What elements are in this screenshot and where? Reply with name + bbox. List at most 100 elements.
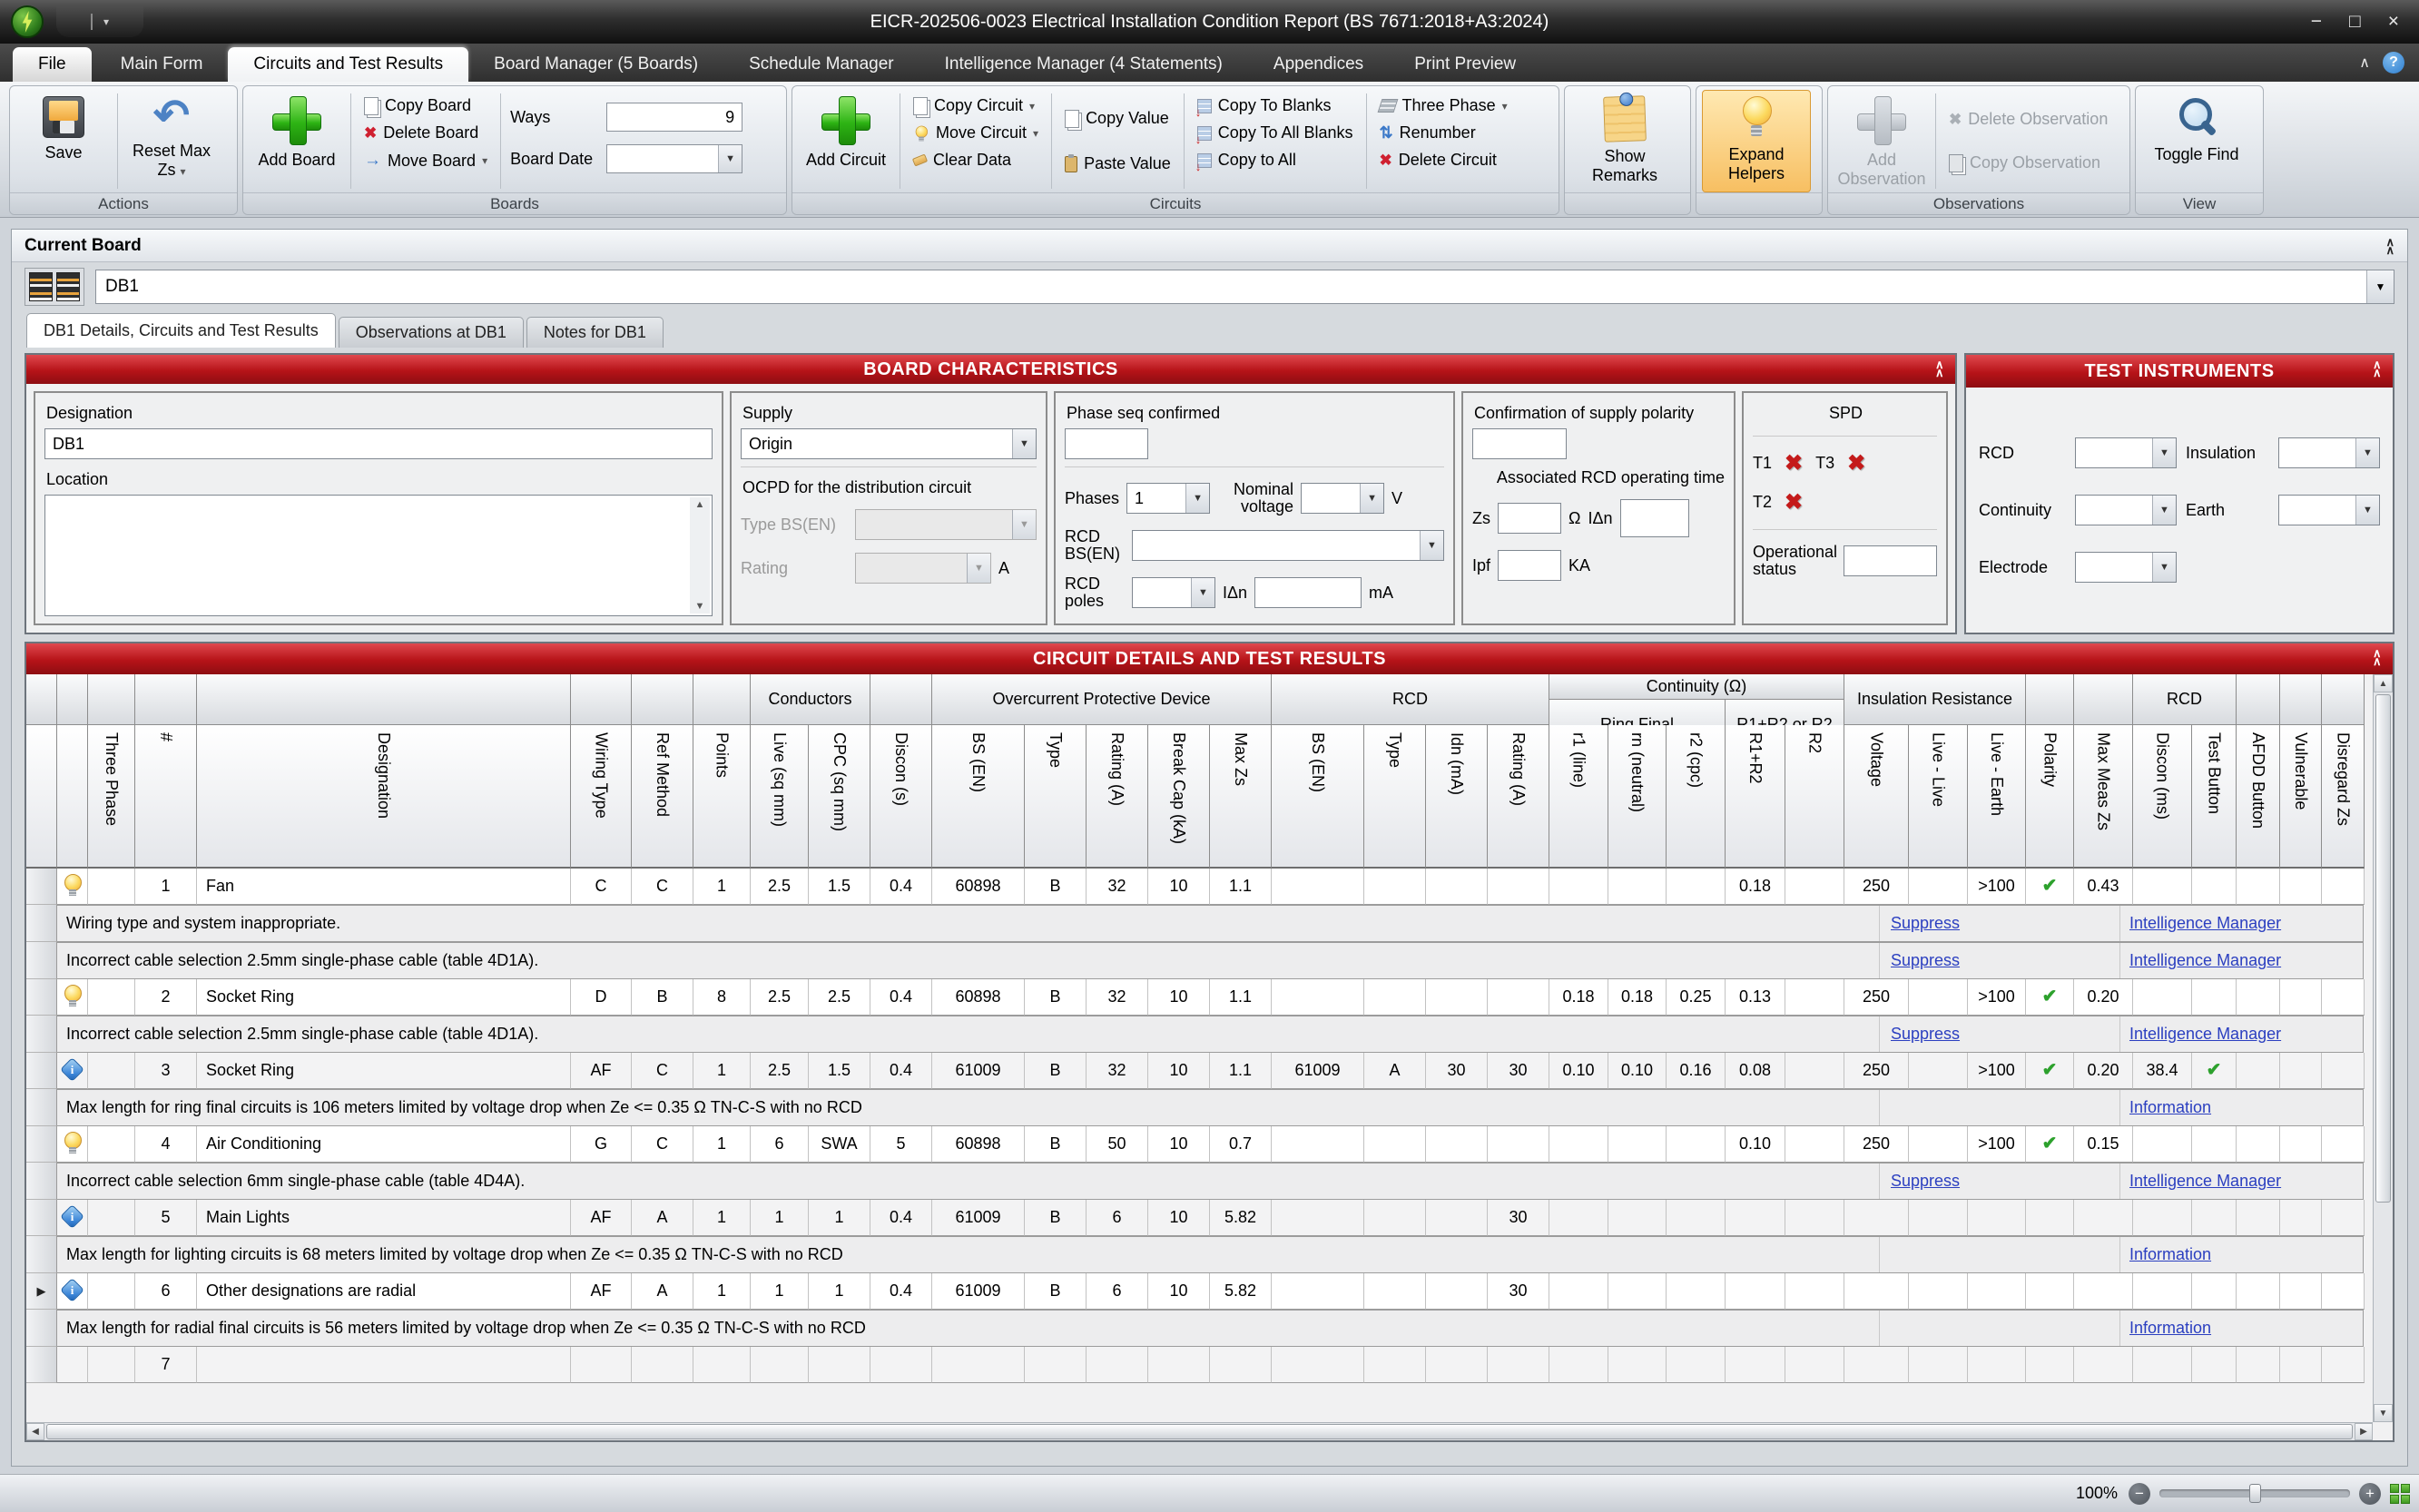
cell[interactable]: 1 [693, 1126, 751, 1163]
cell[interactable]: 0.20 [2074, 979, 2133, 1016]
cell[interactable]: G [571, 1126, 632, 1163]
cell[interactable]: ✔ [2026, 869, 2074, 905]
cell[interactable]: B [1025, 1200, 1087, 1236]
cell[interactable] [1272, 1126, 1364, 1163]
cell[interactable] [2074, 1347, 2133, 1383]
cell[interactable]: 5.82 [1210, 1273, 1272, 1310]
cell[interactable]: 8 [693, 979, 751, 1016]
cell[interactable]: 0.10 [1608, 1053, 1667, 1089]
copy-to-blanks-button[interactable]: Copy To Blanks [1190, 93, 1361, 118]
cell[interactable] [1148, 1347, 1210, 1383]
cell[interactable] [1025, 1347, 1087, 1383]
x-icon[interactable]: ✖ [1785, 489, 1803, 515]
cell[interactable] [1426, 1200, 1488, 1236]
cell[interactable]: Air Conditioning [197, 1126, 571, 1163]
row-selector[interactable] [26, 1347, 57, 1383]
cell[interactable]: 1.5 [809, 1053, 870, 1089]
cell[interactable]: 10 [1148, 1053, 1210, 1089]
supply-select[interactable]: Origin▼ [741, 428, 1037, 459]
cell[interactable] [1785, 869, 1844, 905]
supply-polarity-input[interactable] [1472, 428, 1567, 459]
tab-intelligence-manager-4-statements[interactable]: Intelligence Manager (4 Statements) [919, 47, 1248, 82]
cell[interactable]: >100 [1968, 869, 2026, 905]
cell[interactable] [1272, 1347, 1364, 1383]
cell[interactable] [1844, 1200, 1909, 1236]
cell[interactable]: 1.5 [809, 869, 870, 905]
cell[interactable] [88, 1053, 135, 1089]
idn-input[interactable] [1254, 577, 1362, 608]
cell[interactable]: 30 [1488, 1200, 1549, 1236]
cell[interactable] [2026, 1200, 2074, 1236]
cell[interactable] [2237, 869, 2280, 905]
cell[interactable]: B [1025, 1273, 1087, 1310]
row-selector[interactable] [26, 1126, 57, 1163]
cell[interactable]: 1.1 [1210, 869, 1272, 905]
cell[interactable]: AF [571, 1273, 632, 1310]
cell[interactable]: 0.18 [1726, 869, 1785, 905]
cell[interactable]: 10 [1148, 1126, 1210, 1163]
cell[interactable]: 2.5 [751, 979, 809, 1016]
cell[interactable] [1785, 1053, 1844, 1089]
idn-time-input[interactable] [1620, 499, 1689, 537]
cell[interactable]: 61009 [1272, 1053, 1364, 1089]
board-select[interactable]: DB1 ▼ [95, 270, 2394, 304]
ways-input[interactable]: 9 [606, 103, 742, 132]
table-row[interactable]: 7 [26, 1347, 2365, 1383]
collapse-panel-icon[interactable]: ∧∧ [2385, 238, 2394, 254]
cell[interactable] [1488, 1126, 1549, 1163]
intelligence-manager-link[interactable]: Intelligence Manager [2129, 1025, 2281, 1044]
cell[interactable]: 0.43 [2074, 869, 2133, 905]
x-icon[interactable]: ✖ [1847, 450, 1865, 476]
cell[interactable] [1909, 979, 1968, 1016]
cell[interactable] [1426, 1273, 1488, 1310]
zoom-out-button[interactable]: − [2129, 1483, 2150, 1505]
cell[interactable] [1844, 1347, 1909, 1383]
zoom-slider-thumb[interactable] [2249, 1484, 2261, 1503]
cell[interactable]: B [1025, 979, 1087, 1016]
cell[interactable] [2237, 1200, 2280, 1236]
three-phase-button[interactable]: Three Phase▾ [1372, 93, 1515, 118]
cell[interactable] [1364, 869, 1426, 905]
toggle-find-button[interactable]: Toggle Find [2141, 90, 2252, 192]
cell[interactable]: >100 [1968, 1126, 2026, 1163]
cell[interactable] [1608, 1273, 1667, 1310]
cell[interactable]: Socket Ring [197, 979, 571, 1016]
cell[interactable]: 1 [809, 1273, 870, 1310]
cell[interactable]: 2 [135, 979, 197, 1016]
cell[interactable]: >100 [1968, 979, 2026, 1016]
cell[interactable]: 1 [693, 1200, 751, 1236]
delete-board-button[interactable]: ✖Delete Board [357, 121, 495, 145]
cell[interactable]: 10 [1148, 979, 1210, 1016]
cell[interactable] [1364, 1126, 1426, 1163]
cell[interactable] [1785, 979, 1844, 1016]
cell[interactable] [2026, 1273, 2074, 1310]
suppress-link[interactable]: Suppress [1891, 914, 1960, 933]
cell[interactable]: 6 [1087, 1273, 1148, 1310]
row-selector[interactable] [26, 942, 57, 979]
cell[interactable] [2237, 1347, 2280, 1383]
table-row[interactable]: 1FanCC12.51.50.460898B32101.10.18250>100… [26, 869, 2365, 905]
tab-circuits-and-test-results[interactable]: Circuits and Test Results [228, 47, 468, 82]
row-selector[interactable] [26, 1163, 57, 1200]
horizontal-scrollbar[interactable]: ◀▶ [26, 1422, 2373, 1440]
cell[interactable] [2133, 1126, 2192, 1163]
row-selector[interactable] [26, 1310, 57, 1347]
electrode-select[interactable]: ▼ [2075, 552, 2177, 583]
add-circuit-button[interactable]: Add Circuit [798, 90, 894, 192]
x-icon[interactable]: ✖ [1785, 450, 1803, 476]
cell[interactable]: 60898 [932, 869, 1025, 905]
cell[interactable]: Other designations are radial [197, 1273, 571, 1310]
cell[interactable] [1909, 1053, 1968, 1089]
layout-grid-icon[interactable] [2390, 1484, 2410, 1504]
cell[interactable]: ✔ [2192, 1053, 2237, 1089]
cell[interactable] [1785, 1126, 1844, 1163]
cell[interactable] [2322, 1200, 2365, 1236]
cell[interactable] [1608, 1347, 1667, 1383]
cell[interactable] [1608, 1126, 1667, 1163]
zoom-in-button[interactable]: + [2359, 1483, 2381, 1505]
cell[interactable]: 5 [135, 1200, 197, 1236]
cell[interactable] [2192, 979, 2237, 1016]
vertical-scrollbar[interactable]: ▲▼ [2373, 674, 2393, 1422]
table-row[interactable]: 4Air ConditioningGC16SWA560898B50100.70.… [26, 1126, 2365, 1163]
cell[interactable] [1488, 979, 1549, 1016]
